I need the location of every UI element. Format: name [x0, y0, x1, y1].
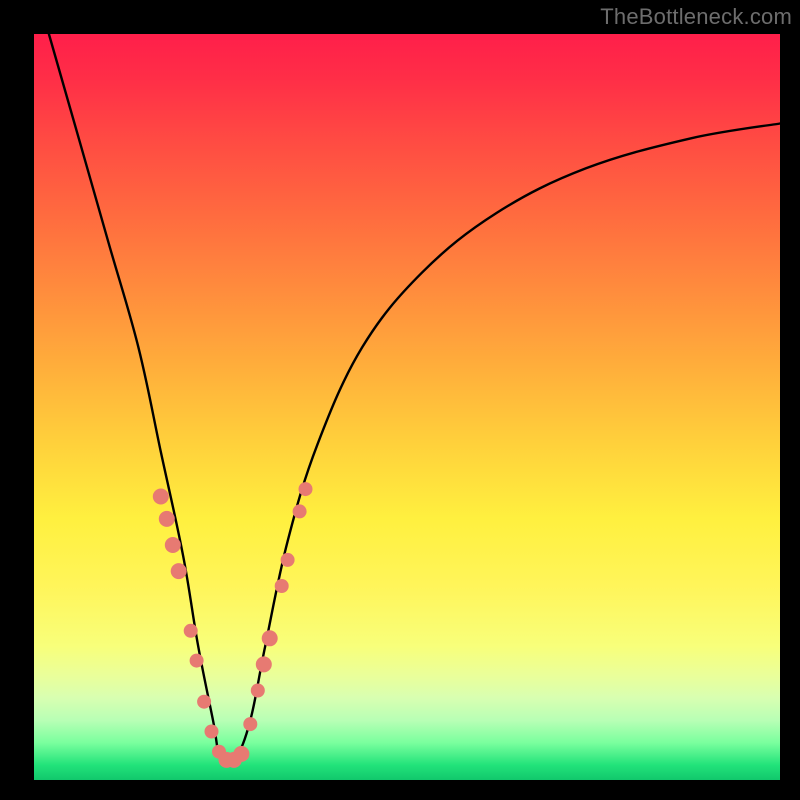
curve-marker [190, 654, 204, 668]
curve-marker [243, 717, 257, 731]
curve-marker [171, 563, 187, 579]
curve-marker [281, 553, 295, 567]
curve-marker [233, 746, 249, 762]
curve-marker [299, 482, 313, 496]
curve-marker [153, 489, 169, 505]
watermark-text: TheBottleneck.com [600, 4, 792, 30]
curve-marker [275, 579, 289, 593]
curve-marker [262, 630, 278, 646]
curve-marker [159, 511, 175, 527]
curve-marker [184, 624, 198, 638]
chart-svg [34, 34, 780, 780]
outer-frame: TheBottleneck.com [0, 0, 800, 800]
plot-area [34, 34, 780, 780]
bottleneck-curve [49, 34, 780, 763]
curve-marker [256, 656, 272, 672]
curve-marker [293, 504, 307, 518]
curve-marker [165, 537, 181, 553]
curve-marker [197, 695, 211, 709]
curve-marker [205, 725, 219, 739]
curve-marker [251, 684, 265, 698]
